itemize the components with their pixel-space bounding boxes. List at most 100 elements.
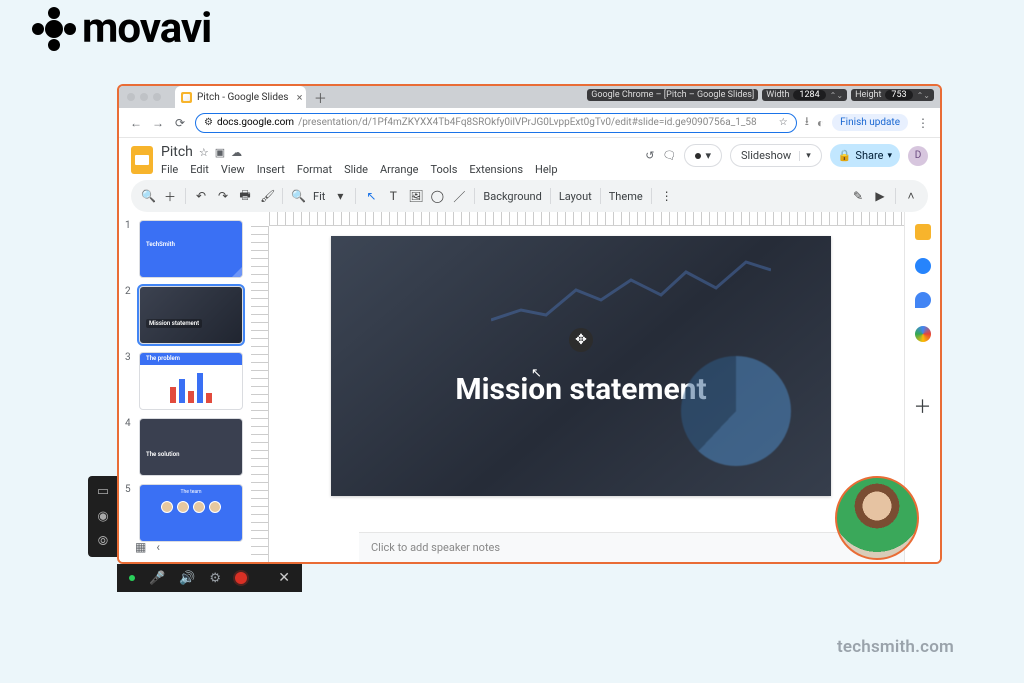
lasso-icon[interactable]: ⦾: [98, 534, 108, 549]
select-tool-icon[interactable]: ↖: [364, 189, 378, 203]
display-icon[interactable]: ▭: [97, 484, 109, 499]
more-icon[interactable]: ⋮: [660, 189, 674, 203]
search-icon[interactable]: 🔍: [141, 189, 155, 203]
keep-icon[interactable]: [915, 224, 931, 240]
menu-file[interactable]: File: [161, 163, 178, 176]
share-button[interactable]: 🔒 Share ▾: [830, 144, 900, 167]
zoom-value[interactable]: Fit: [313, 190, 325, 203]
status-ready-icon: [129, 575, 135, 581]
menu-extensions[interactable]: Extensions: [469, 163, 523, 176]
star-icon[interactable]: ☆: [199, 146, 209, 159]
finish-update-chip[interactable]: Finish update: [832, 114, 908, 131]
nav-forward-icon[interactable]: →: [151, 116, 165, 130]
new-slide-icon[interactable]: ＋: [163, 188, 177, 205]
textbox-icon[interactable]: T: [386, 189, 400, 203]
move-icon[interactable]: ▣: [215, 146, 225, 159]
tab-close-icon[interactable]: ×: [297, 91, 303, 104]
shape-icon[interactable]: ◯: [430, 189, 444, 203]
image-icon[interactable]: 🖼: [408, 189, 422, 203]
comments-icon[interactable]: 🗨: [662, 149, 676, 162]
theme-button[interactable]: Theme: [609, 190, 643, 203]
grid-view-icon[interactable]: ▦: [135, 540, 146, 554]
webcam-overlay[interactable]: [835, 476, 919, 560]
menu-view[interactable]: View: [221, 163, 245, 176]
move-handle-icon[interactable]: ✥: [569, 328, 593, 352]
account-avatar[interactable]: D: [908, 146, 928, 166]
pie-chart-decoration: [681, 356, 791, 466]
meet-button[interactable]: ▾: [684, 144, 722, 167]
download-icon[interactable]: ⭳: [805, 112, 809, 133]
layout-button[interactable]: Layout: [559, 190, 592, 203]
doc-header: Pitch ☆ ▣ ☁ File Edit View Insert Format…: [119, 138, 940, 176]
ruler-horizontal: [269, 212, 904, 226]
menu-edit[interactable]: Edit: [190, 163, 209, 176]
hide-menu-icon[interactable]: ˄: [904, 189, 918, 203]
line-chart-decoration: [491, 250, 771, 340]
record-button[interactable]: [235, 572, 247, 584]
zoom-icon[interactable]: 🔍: [291, 189, 305, 203]
account-icon[interactable]: ◐: [817, 116, 824, 130]
paint-icon[interactable]: 🖌: [260, 189, 274, 203]
movavi-logo: movavi: [32, 4, 211, 53]
slide-thumb-4[interactable]: 4 The solution: [125, 418, 245, 476]
add-addon-icon[interactable]: ＋: [915, 398, 931, 414]
line-icon[interactable]: ／: [452, 188, 466, 205]
ruler-vertical: [251, 226, 269, 562]
nav-back-icon[interactable]: ←: [129, 116, 143, 130]
maps-icon[interactable]: [915, 326, 931, 342]
address-field[interactable]: ⚙ docs.google.com/presentation/d/1Pf4mZK…: [195, 113, 797, 133]
present-icon[interactable]: ▶: [873, 189, 887, 203]
undo-icon[interactable]: ↶: [194, 189, 208, 203]
bookmark-star-icon[interactable]: ☆: [779, 117, 788, 128]
google-slides-logo-icon[interactable]: [131, 146, 153, 174]
slides-favicon-icon: [181, 92, 192, 103]
recorder-toolbar: 🎤 🔊 ⚙ ✕: [117, 564, 302, 592]
slide-thumb-1[interactable]: 1 TechSmith: [125, 220, 245, 278]
slideshow-button[interactable]: Slideshow▾: [730, 144, 822, 167]
menu-format[interactable]: Format: [297, 163, 332, 176]
width-control[interactable]: Width 1284 ⌃⌄: [762, 89, 847, 101]
view-toggle[interactable]: ▦ ‹: [135, 540, 160, 554]
menu-slide[interactable]: Slide: [344, 163, 368, 176]
collapse-filmstrip-icon[interactable]: ‹: [156, 540, 160, 554]
menu-tools[interactable]: Tools: [430, 163, 457, 176]
slide-thumb-5[interactable]: 5 The team: [125, 484, 245, 542]
height-control[interactable]: Height 753 ⌃⌄: [851, 89, 934, 101]
settings-gear-icon[interactable]: ⚙: [209, 571, 221, 586]
mic-icon[interactable]: 🎤: [149, 571, 165, 586]
contacts-icon[interactable]: [915, 292, 931, 308]
movavi-wordmark: movavi: [82, 4, 211, 53]
slide-thumb-3[interactable]: 3 The problem: [125, 352, 245, 410]
speaker-notes-input[interactable]: Click to add speaker notes: [359, 532, 904, 562]
system-audio-icon[interactable]: 🔊: [179, 571, 195, 586]
doc-title[interactable]: Pitch: [161, 144, 193, 160]
close-recorder-icon[interactable]: ✕: [278, 570, 290, 586]
chrome-menu-icon[interactable]: ⋮: [916, 116, 930, 130]
menubar: File Edit View Insert Format Slide Arran…: [161, 163, 558, 176]
redo-icon[interactable]: ↷: [216, 189, 230, 203]
slide-title-text[interactable]: Mission statement: [455, 372, 706, 407]
slide-thumb-2[interactable]: 2 Mission statement: [125, 286, 245, 344]
edit-mode-icon[interactable]: ✎: [851, 189, 865, 203]
slide-filmstrip[interactable]: 1 TechSmith 2 Mission statement 3 The pr…: [119, 212, 251, 562]
cloud-icon[interactable]: ☁: [231, 146, 242, 159]
tasks-icon[interactable]: [915, 258, 931, 274]
new-tab-button[interactable]: ＋: [312, 89, 328, 105]
slide-canvas-area: ✥ ↖ Mission statement Click to add speak…: [251, 212, 904, 562]
chrome-app-label: Google Chrome – [Pitch – Google Slides]: [587, 89, 758, 101]
window-titlebar: Pitch - Google Slides × ＋ Google Chrome …: [119, 86, 940, 108]
tune-icon: ⚙: [204, 117, 213, 128]
browser-tab[interactable]: Pitch - Google Slides ×: [175, 86, 306, 108]
nav-reload-icon[interactable]: ⟳: [173, 116, 187, 130]
traffic-lights[interactable]: [127, 93, 161, 101]
menu-help[interactable]: Help: [535, 163, 558, 176]
history-icon[interactable]: ↺: [645, 149, 654, 162]
menu-arrange[interactable]: Arrange: [380, 163, 418, 176]
menu-insert[interactable]: Insert: [257, 163, 285, 176]
background-button[interactable]: Background: [483, 190, 541, 203]
circle-icon[interactable]: ◉: [97, 509, 108, 524]
slide-canvas[interactable]: ✥ ↖ Mission statement: [331, 236, 831, 496]
footer-watermark: techsmith.com: [837, 637, 954, 657]
tab-title: Pitch - Google Slides: [197, 92, 288, 103]
print-icon[interactable]: 🖶: [238, 186, 252, 207]
